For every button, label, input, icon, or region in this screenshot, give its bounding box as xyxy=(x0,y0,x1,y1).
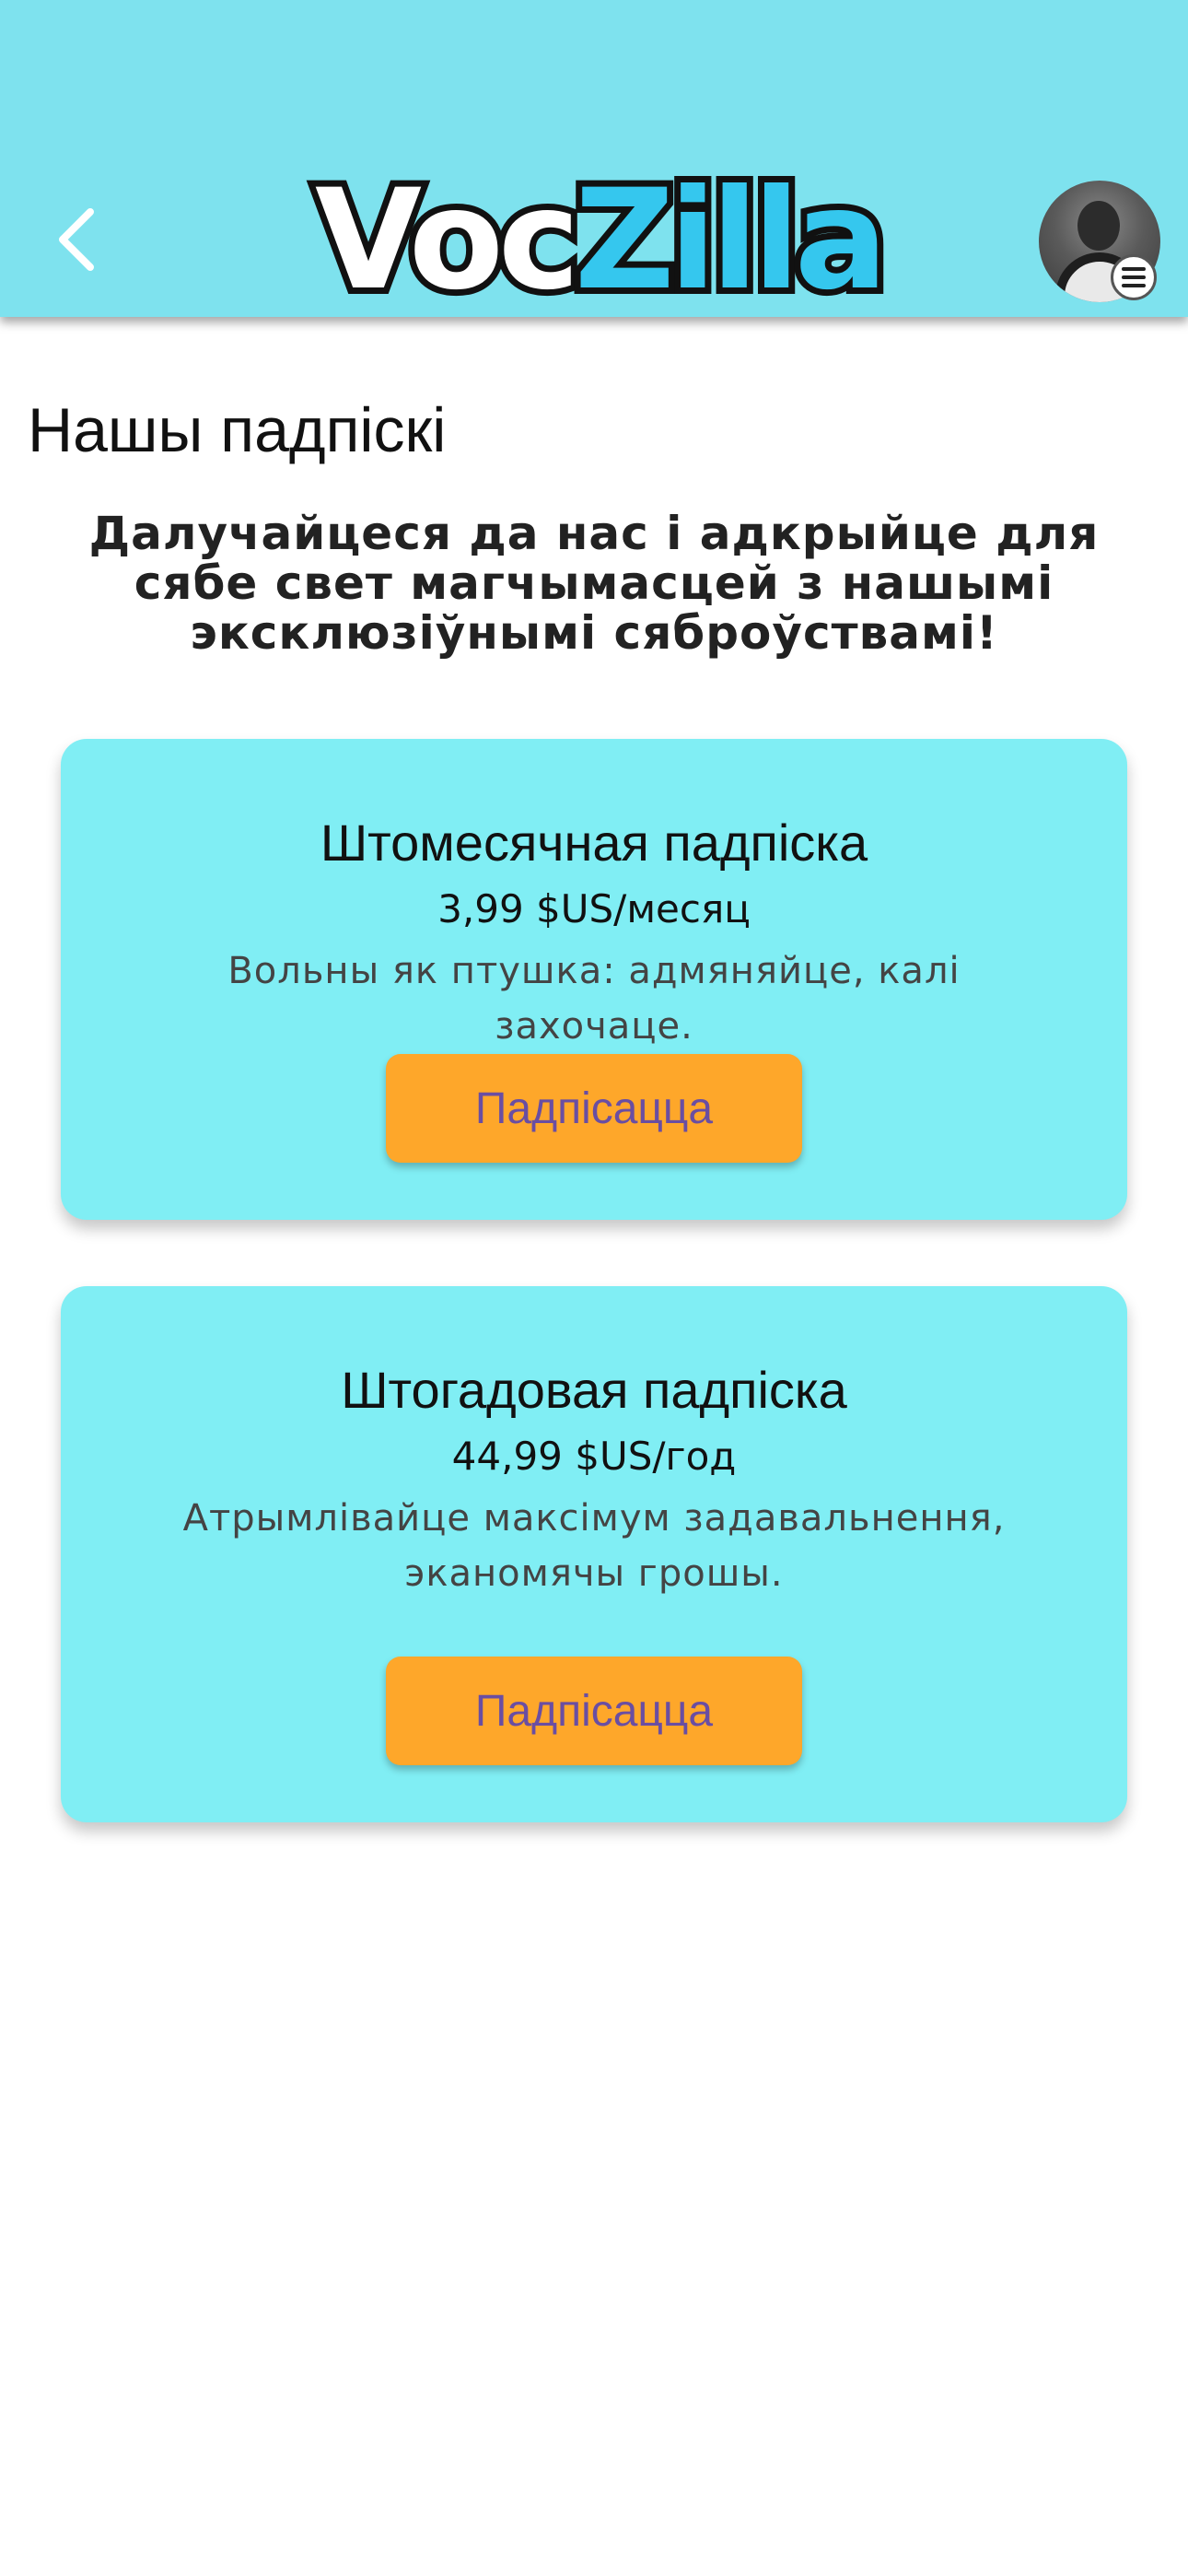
logo-text-zilla: Zilla xyxy=(568,160,894,321)
hamburger-menu-icon[interactable] xyxy=(1111,254,1157,300)
chevron-left-icon xyxy=(59,208,94,271)
plan-title: Штомесячная падпіска xyxy=(320,814,868,872)
intro-text: Далучайцеся да нас і адкрыйце для сябе с… xyxy=(88,507,1100,660)
plan-description: Вольны як птушка: адмяняйце, калі захоча… xyxy=(227,950,961,1048)
plan-card-monthly: Штомесячная падпіска 3,99 $US/месяц Воль… xyxy=(61,739,1127,1220)
plan-card-yearly: Штогадовая падпіска 44,99 $US/год Атрымл… xyxy=(61,1286,1127,1822)
app-header: Voc Zilla xyxy=(0,0,1188,317)
subscribe-monthly-button[interactable]: Падпісацца xyxy=(386,1054,802,1163)
page-title: Нашы падпіскі xyxy=(28,395,447,465)
plan-price: 3,99 $US/месяц xyxy=(437,886,751,931)
avatar-head xyxy=(1077,201,1120,251)
plan-description: Атрымлівайце максімум задавальнення, эка… xyxy=(182,1497,1006,1595)
plan-title: Штогадовая падпіска xyxy=(341,1361,847,1419)
app-logo: Voc Zilla xyxy=(309,160,894,321)
plan-price: 44,99 $US/год xyxy=(451,1434,737,1479)
back-button[interactable] xyxy=(52,205,103,275)
subscribe-yearly-button[interactable]: Падпісацца xyxy=(386,1657,802,1765)
logo-text-voc: Voc xyxy=(309,160,587,321)
